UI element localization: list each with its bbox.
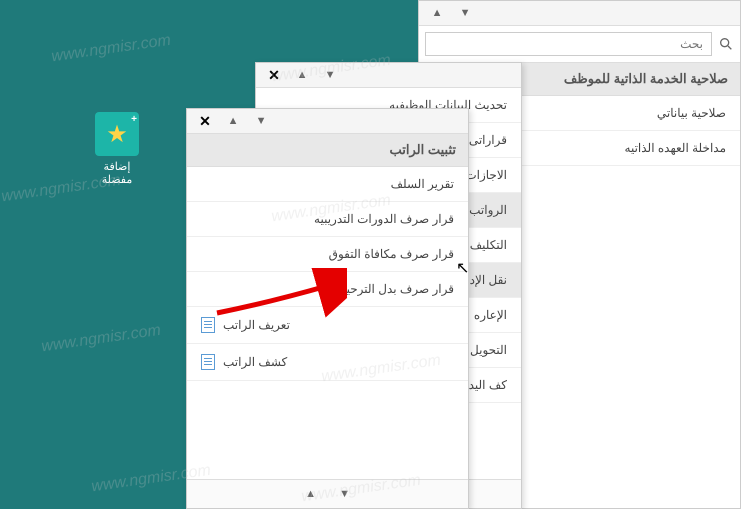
watermark: www.ngmisr.com (40, 322, 162, 357)
star-icon: ★ (106, 120, 128, 149)
plus-icon: + (131, 114, 137, 125)
third-menu-item[interactable]: قرار صرف مكافاة التفوق (187, 237, 468, 272)
menu-item-label: كشف الراتب (223, 355, 287, 369)
third-menu-item[interactable]: كشف الراتب (187, 344, 468, 381)
chevron-up-icon[interactable]: ▲ (427, 5, 447, 21)
chevron-down-icon[interactable]: ▼ (320, 67, 340, 83)
favorite-icon-box: + ★ (95, 112, 139, 156)
third-menu-item[interactable]: قرار صرف الدورات التدريبيه (187, 202, 468, 237)
search-input[interactable] (425, 32, 712, 56)
chevron-down-icon[interactable]: ▼ (335, 486, 355, 502)
third-section-title: تثبيت الراتب (187, 134, 468, 167)
close-icon[interactable]: ✕ (195, 113, 215, 129)
third-panel-header: ▼ ▲ ✕ (187, 109, 468, 134)
third-menu-item[interactable]: تعريف الراتب (187, 307, 468, 344)
chevron-down-icon[interactable]: ▼ (251, 113, 271, 129)
third-panel: ▼ ▲ ✕ تثبيت الراتب تقرير السلفقرار صرف ا… (186, 108, 469, 509)
document-icon (201, 354, 215, 370)
document-icon (201, 317, 215, 333)
chevron-up-icon[interactable]: ▲ (223, 113, 243, 129)
favorite-shortcut[interactable]: + ★ إضافة مفضلة (92, 112, 142, 186)
watermark: www.ngmisr.com (50, 32, 172, 67)
chevron-down-icon[interactable]: ▼ (455, 5, 475, 21)
search-bar (419, 26, 740, 63)
close-icon[interactable]: ✕ (264, 67, 284, 83)
menu-item-label: تعريف الراتب (223, 318, 290, 332)
favorite-label: إضافة مفضلة (92, 160, 142, 186)
third-menu-item[interactable]: قرار صرف بدل الترحيل (187, 272, 468, 307)
sub-panel-header: ▼ ▲ ✕ (256, 63, 521, 88)
chevron-up-icon[interactable]: ▲ (301, 486, 321, 502)
main-panel-header: ▼ ▲ (419, 1, 740, 26)
chevron-up-icon[interactable]: ▲ (292, 67, 312, 83)
third-menu-item[interactable]: تقرير السلف (187, 167, 468, 202)
search-icon[interactable] (718, 36, 734, 52)
third-panel-footer: ▼ ▲ (187, 479, 468, 508)
third-menu: تقرير السلفقرار صرف الدورات التدريبيهقرا… (187, 167, 468, 381)
